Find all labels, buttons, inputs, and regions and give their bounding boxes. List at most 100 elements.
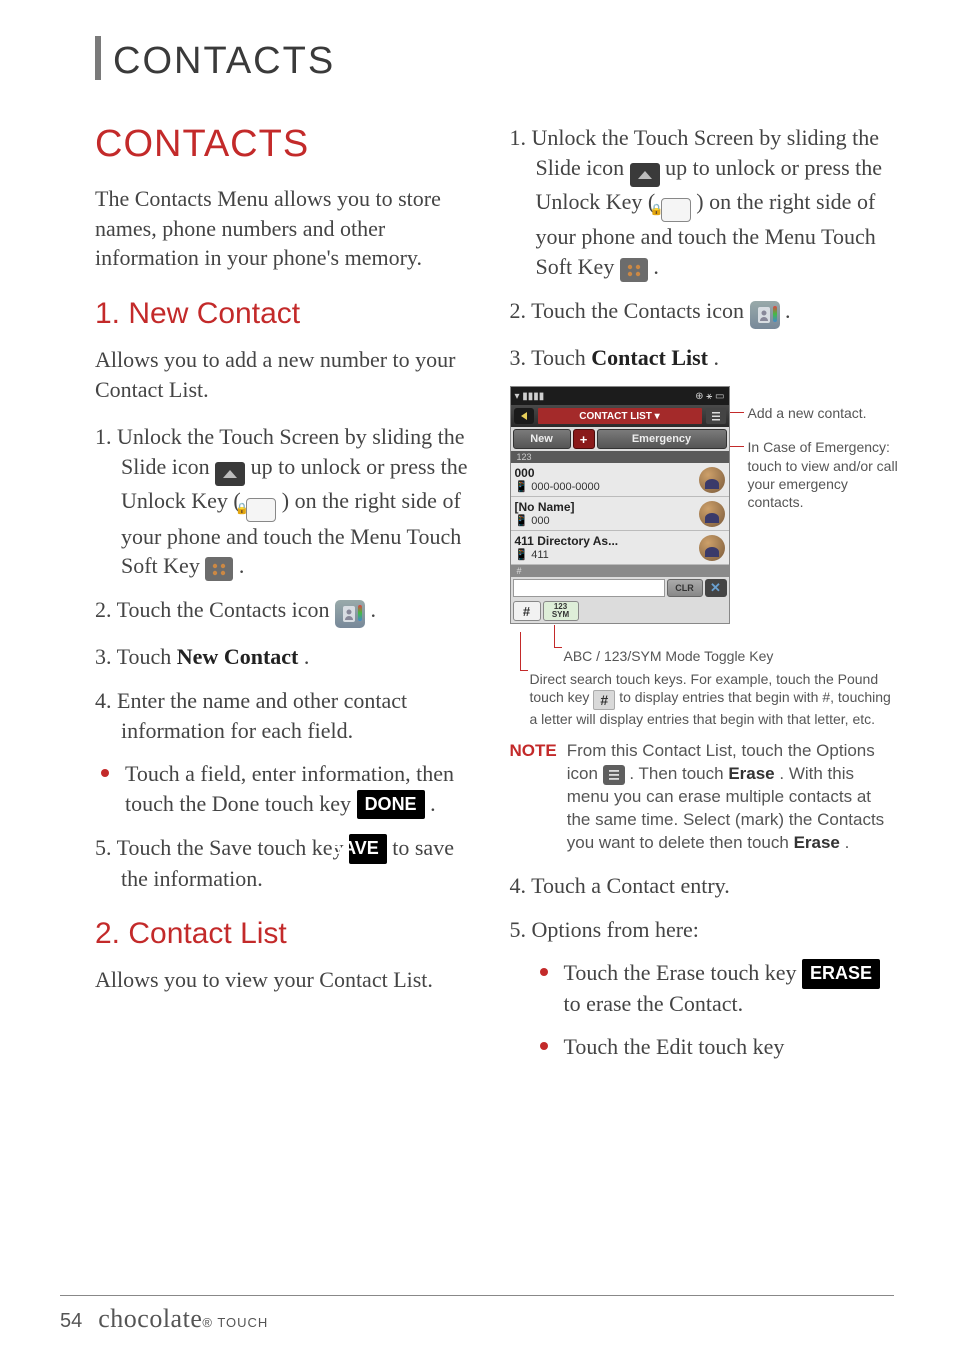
options-icon (603, 765, 625, 785)
page: CONTACTS CONTACTS The Contacts Menu allo… (0, 0, 954, 1372)
nc-bullets: Touch a field, enter information, then t… (95, 759, 480, 819)
nc-bullet-1: Touch a field, enter information, then t… (95, 759, 480, 819)
text: 3. Touch (95, 644, 177, 669)
nc-step-3: 3. Touch New Contact . (95, 642, 480, 672)
contact-number: 📱 411 (515, 549, 699, 561)
status-icons: ⊕ ⚹ ▭ (695, 391, 724, 402)
slide-up-icon (215, 462, 245, 486)
avatar-icon (699, 535, 725, 561)
cl-step-4: 4. Touch a Contact entry. (510, 871, 895, 901)
cl-option-erase: Touch the Erase touch key ERASE to erase… (534, 958, 895, 1018)
nc-step5-list: 5. Touch the Save touch key SAVE to save… (95, 833, 480, 893)
menu-soft-key-icon (205, 557, 233, 581)
footer: 54 chocolate® TOUCH (60, 1295, 894, 1334)
contacts-icon (750, 301, 780, 329)
callout-direct-search: Direct search touch keys. For example, t… (514, 670, 895, 728)
done-button-graphic: DONE (357, 790, 425, 819)
new-contact-heading: 1. New Contact (95, 297, 480, 331)
index-123: 123 (511, 451, 729, 463)
nc-step-5: 5. Touch the Save touch key SAVE to save… (95, 833, 480, 893)
left-column: CONTACTS The Contacts Menu allows you to… (95, 123, 480, 1076)
page-number: 54 (60, 1310, 82, 1333)
contact-list-intro: Allows you to view your Contact List. (95, 965, 480, 995)
text: . (714, 345, 720, 370)
cl-steps-1-3: 1. Unlock the Touch Screen by sliding th… (510, 123, 895, 372)
phone-screenshot: ▾ ▮▮▮▮ ⊕ ⚹ ▭ CONTACT LIST ▾ New + Emerge… (510, 386, 730, 624)
contact-row-1[interactable]: 000 📱 000-000-0000 (511, 463, 729, 497)
text: 2. Touch the Contacts icon (510, 298, 750, 323)
phone-toolbar: New + Emergency (511, 427, 729, 451)
brand-name: chocolate (98, 1304, 202, 1333)
contact-name: [No Name] (515, 501, 699, 514)
bottom-row: # 123 SYM (511, 599, 729, 623)
nc-step-1: 1. Unlock the Touch Screen by sliding th… (95, 422, 480, 581)
slide-up-icon (630, 163, 660, 187)
new-button[interactable]: New (513, 429, 571, 449)
text: 3. Touch (510, 345, 592, 370)
columns: CONTACTS The Contacts Menu allows you to… (95, 123, 894, 1076)
phone-wrap: Add a new contact. In Case of Emergency:… (510, 386, 895, 641)
new-contact-label: New Contact (177, 644, 299, 669)
contact-list-heading: 2. Contact List (95, 917, 480, 951)
text: . (371, 597, 377, 622)
contact-name: 411 Directory As... (515, 535, 699, 548)
sym-toggle-key[interactable]: 123 SYM (543, 601, 579, 621)
text: . (304, 644, 310, 669)
contacts-icon (335, 600, 365, 628)
text: . (430, 791, 436, 816)
page-header: CONTACTS (113, 40, 894, 83)
contact-number: 📱 000 (515, 515, 699, 527)
title-contact-list[interactable]: CONTACT LIST ▾ (538, 408, 702, 424)
emergency-button[interactable]: Emergency (597, 429, 727, 449)
cl-option-edit: Touch the Edit touch key (534, 1032, 895, 1062)
add-contact-button[interactable]: + (573, 429, 595, 449)
brand-sub: ® TOUCH (202, 1315, 268, 1330)
options-button[interactable] (706, 408, 726, 424)
back-button[interactable] (514, 408, 534, 424)
cl-step-3: 3. Touch Contact List . (510, 343, 895, 373)
phone-title-bar: CONTACT LIST ▾ (511, 405, 729, 427)
contact-row-3[interactable]: 411 Directory As... 📱 411 (511, 531, 729, 565)
avatar-icon (699, 501, 725, 527)
contact-row-2[interactable]: [No Name] 📱 000 (511, 497, 729, 531)
contact-list-label: Contact List (591, 345, 708, 370)
note: NOTE From this Contact List, touch the O… (510, 740, 895, 855)
avatar-icon (699, 467, 725, 493)
cl-steps-4-5: 4. Touch a Contact entry. 5. Options fro… (510, 871, 895, 944)
text: . (785, 298, 791, 323)
pound-key[interactable]: # (513, 601, 541, 621)
unlock-key-icon: 🔒 (246, 498, 276, 522)
new-contact-intro: Allows you to add a new number to your C… (95, 345, 480, 404)
save-button-graphic: SAVE (349, 834, 387, 863)
text: . (239, 553, 245, 578)
cl-option-bullets: Touch the Erase touch key ERASE to erase… (534, 958, 895, 1062)
search-input[interactable] (513, 579, 665, 597)
new-contact-steps: 1. Unlock the Touch Screen by sliding th… (95, 422, 480, 745)
nc-step-2: 2. Touch the Contacts icon . (95, 595, 480, 628)
search-row: CLR ✕ (511, 577, 729, 599)
pound-icon: # (593, 690, 615, 710)
callout-emergency: In Case of Emergency: touch to view and/… (748, 438, 908, 511)
cl-step-5: 5. Options from here: (510, 915, 895, 945)
contact-number: 📱 000-000-0000 (515, 481, 699, 493)
callout-add-contact: Add a new contact. (748, 404, 908, 422)
close-button[interactable]: ✕ (705, 579, 727, 597)
note-label: NOTE (510, 740, 557, 855)
phone-status-bar: ▾ ▮▮▮▮ ⊕ ⚹ ▭ (511, 387, 729, 405)
cl-step-1: 1. Unlock the Touch Screen by sliding th… (510, 123, 895, 282)
index-hash: # (511, 565, 729, 577)
signal-icon: ▾ ▮▮▮▮ (515, 391, 545, 402)
text: 5. Touch the Save touch key (95, 835, 349, 860)
callout-abc-sym: ABC / 123/SYM Mode Toggle Key (548, 647, 895, 665)
clr-button[interactable]: CLR (667, 579, 703, 597)
contact-name: 000 (515, 467, 699, 480)
note-body: From this Contact List, touch the Option… (567, 740, 894, 855)
section-contacts-title: CONTACTS (95, 123, 480, 166)
right-column: 1. Unlock the Touch Screen by sliding th… (510, 123, 895, 1076)
intro-text: The Contacts Menu allows you to store na… (95, 184, 480, 273)
text: 2. Touch the Contacts icon (95, 597, 335, 622)
text: . (653, 254, 659, 279)
erase-button-graphic: ERASE (802, 959, 880, 988)
menu-soft-key-icon (620, 258, 648, 282)
cl-step-2: 2. Touch the Contacts icon . (510, 296, 895, 329)
